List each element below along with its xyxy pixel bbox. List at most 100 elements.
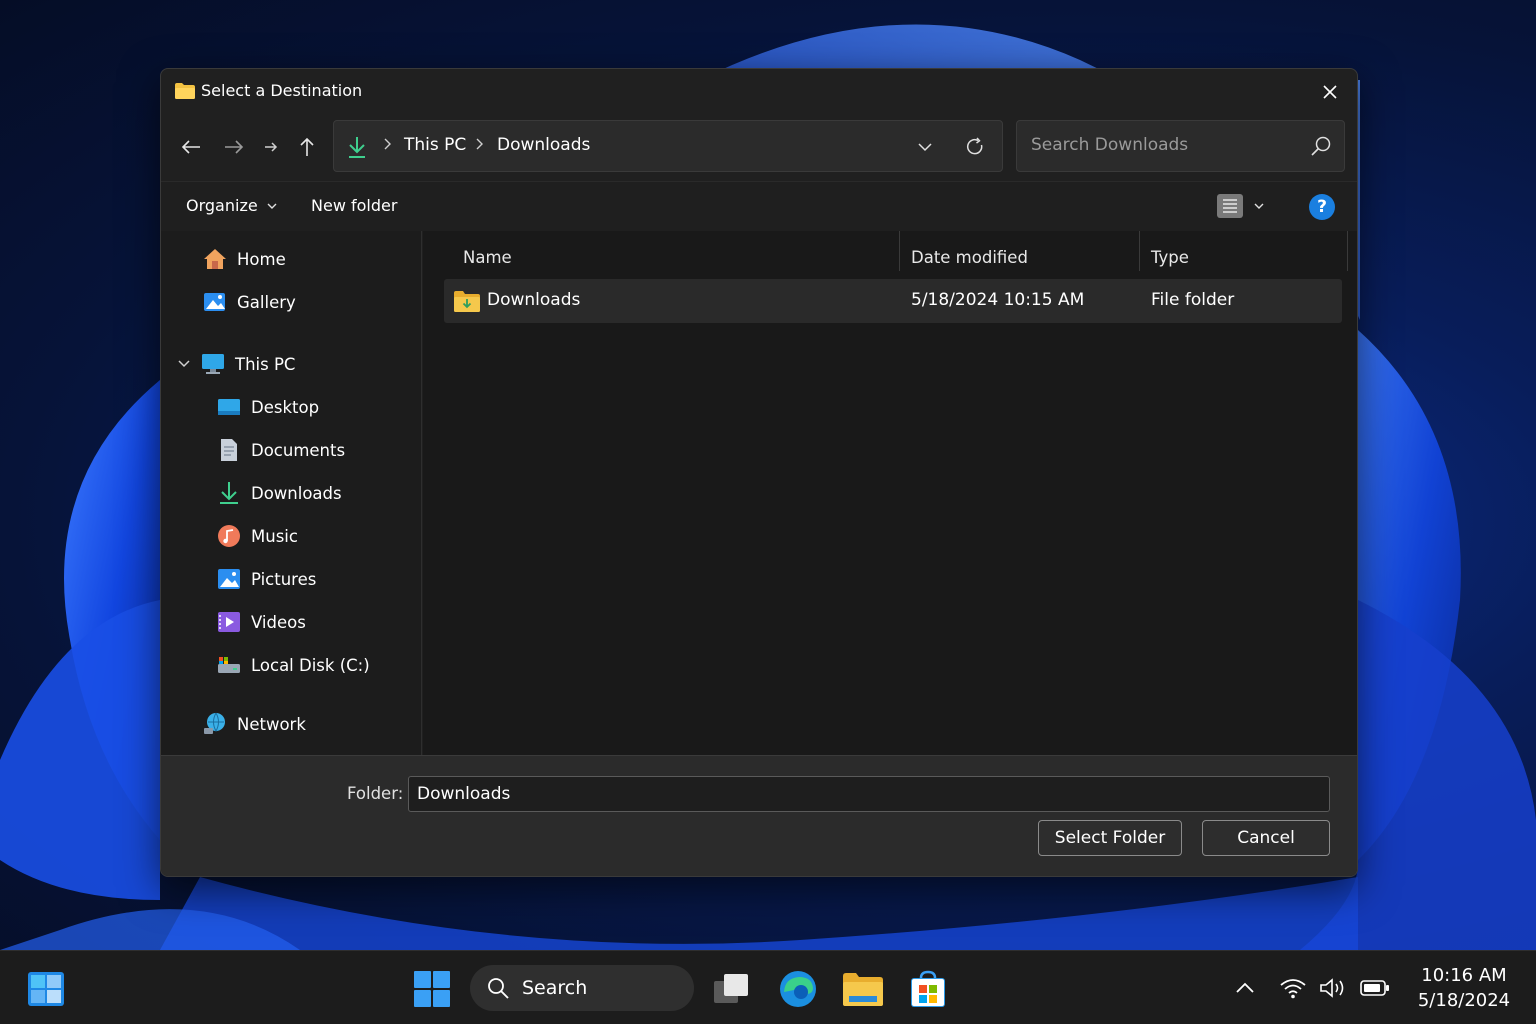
wifi-button[interactable] xyxy=(1278,973,1308,1003)
column-header-type[interactable]: Type xyxy=(1151,239,1189,275)
taskbar: Search 10:16 AM 5/18/2024 xyxy=(0,950,1536,1024)
new-folder-button[interactable]: New folder xyxy=(311,196,397,215)
column-divider[interactable] xyxy=(899,231,900,271)
sidebar-item-label: Gallery xyxy=(237,292,296,312)
task-view-button[interactable] xyxy=(712,969,752,1009)
pictures-icon xyxy=(218,569,240,589)
table-row[interactable]: Downloads 5/18/2024 10:15 AM File folder xyxy=(444,279,1342,323)
folder-name-input[interactable] xyxy=(408,776,1330,812)
sidebar-item-documents[interactable]: Documents xyxy=(217,432,345,468)
up-button[interactable] xyxy=(291,131,323,163)
select-destination-dialog: Select a Destination This PC Downloads S… xyxy=(160,68,1358,877)
file-name: Downloads xyxy=(487,290,581,310)
arrow-right-icon xyxy=(225,140,244,154)
sidebar-item-gallery[interactable]: Gallery xyxy=(203,284,296,320)
column-header-date-modified[interactable]: Date modified xyxy=(911,239,1028,275)
downloads-icon xyxy=(220,482,238,504)
back-button[interactable] xyxy=(175,131,207,163)
widgets-button[interactable] xyxy=(26,969,66,1009)
command-toolbar: Organize New folder ? xyxy=(161,181,1357,231)
sidebar-item-label: Pictures xyxy=(251,569,317,589)
address-bar[interactable]: This PC Downloads xyxy=(333,120,1003,172)
sidebar-item-label: Home xyxy=(237,249,286,269)
download-arrow-icon xyxy=(349,137,365,158)
search-icon xyxy=(488,978,509,999)
cancel-button[interactable]: Cancel xyxy=(1202,820,1330,856)
title-bar: Select a Destination xyxy=(161,69,1357,115)
search-input[interactable] xyxy=(1031,135,1301,155)
search-box[interactable] xyxy=(1016,120,1345,172)
new-folder-label: New folder xyxy=(311,196,398,215)
navigation-bar: This PC Downloads xyxy=(161,115,1357,181)
music-icon xyxy=(218,525,240,547)
videos-icon xyxy=(218,612,240,632)
refresh-button[interactable] xyxy=(960,133,990,161)
edge-browser-button[interactable] xyxy=(778,969,818,1009)
taskbar-search[interactable]: Search xyxy=(470,965,694,1011)
sidebar-item-label: Local Disk (C:) xyxy=(251,655,370,675)
chevron-down-icon xyxy=(1254,203,1264,209)
chevron-right-icon xyxy=(476,138,483,150)
search-icon[interactable] xyxy=(1310,135,1332,157)
downloads-folder-icon xyxy=(454,291,480,312)
battery-button[interactable] xyxy=(1360,973,1390,1003)
microsoft-store-button[interactable] xyxy=(908,969,948,1009)
battery-icon xyxy=(1360,980,1389,996)
sidebar-item-music[interactable]: Music xyxy=(217,518,298,554)
show-hidden-icons-button[interactable] xyxy=(1230,973,1260,1003)
organize-button[interactable]: Organize xyxy=(186,196,278,215)
arrow-up-icon xyxy=(300,137,314,156)
file-list: Name Date modified Type Downloads 5/18/2… xyxy=(423,231,1357,755)
sidebar-item-videos[interactable]: Videos xyxy=(217,604,306,640)
breadcrumb-downloads[interactable]: Downloads xyxy=(497,135,590,155)
disk-icon xyxy=(218,657,240,673)
file-type: File folder xyxy=(1151,290,1235,310)
column-header-name[interactable]: Name xyxy=(463,239,512,275)
chevron-down-icon[interactable] xyxy=(177,359,191,369)
column-divider[interactable] xyxy=(1347,231,1348,271)
volume-icon xyxy=(1320,978,1344,998)
clock-time: 10:16 AM xyxy=(1421,965,1507,986)
sidebar-item-label: This PC xyxy=(235,354,296,374)
sidebar-item-local-disk[interactable]: Local Disk (C:) xyxy=(217,647,370,683)
chevron-down-icon xyxy=(267,203,277,209)
change-view-button[interactable] xyxy=(1217,194,1265,218)
sidebar-item-label: Downloads xyxy=(251,483,342,503)
arrow-left-icon xyxy=(181,140,200,154)
select-folder-button[interactable]: Select Folder xyxy=(1038,820,1182,856)
recent-locations-button[interactable] xyxy=(255,131,287,163)
organize-label: Organize xyxy=(186,196,258,215)
details-view-icon xyxy=(1217,194,1243,218)
home-icon xyxy=(204,249,226,269)
address-dropdown-button[interactable] xyxy=(910,133,940,161)
file-explorer-button[interactable] xyxy=(843,969,883,1009)
sidebar-item-home[interactable]: Home xyxy=(203,241,286,277)
sidebar-item-network[interactable]: Network xyxy=(203,706,306,742)
taskbar-search-label: Search xyxy=(522,977,588,999)
sidebar-item-label: Desktop xyxy=(251,397,320,417)
help-button[interactable]: ? xyxy=(1309,194,1335,220)
widgets-icon xyxy=(28,972,64,1006)
store-icon xyxy=(911,970,945,1007)
column-divider[interactable] xyxy=(1139,231,1140,271)
sidebar-item-downloads[interactable]: Downloads xyxy=(217,475,342,511)
volume-button[interactable] xyxy=(1318,973,1348,1003)
forward-button[interactable] xyxy=(218,131,250,163)
sidebar-item-desktop[interactable]: Desktop xyxy=(217,389,319,425)
folder-label: Folder: xyxy=(347,784,404,803)
chevron-right-icon xyxy=(384,138,391,150)
close-button[interactable] xyxy=(1315,77,1345,107)
navigation-pane: Home Gallery This PC Desktop Documents D… xyxy=(161,231,422,755)
refresh-icon xyxy=(966,137,983,155)
sidebar-item-label: Music xyxy=(251,526,298,546)
sidebar-item-pictures[interactable]: Pictures xyxy=(217,561,316,597)
dialog-title: Select a Destination xyxy=(201,81,363,100)
sidebar-item-label: Network xyxy=(237,714,306,734)
sidebar-item-this-pc[interactable]: This PC xyxy=(177,346,295,382)
start-button[interactable] xyxy=(412,969,452,1009)
file-explorer-icon xyxy=(843,973,883,1006)
dialog-footer: Folder: Select Folder Cancel xyxy=(161,755,1357,876)
pc-icon xyxy=(202,354,224,374)
breadcrumb-this-pc[interactable]: This PC xyxy=(404,135,466,155)
system-clock[interactable]: 10:16 AM 5/18/2024 xyxy=(1412,963,1516,1013)
